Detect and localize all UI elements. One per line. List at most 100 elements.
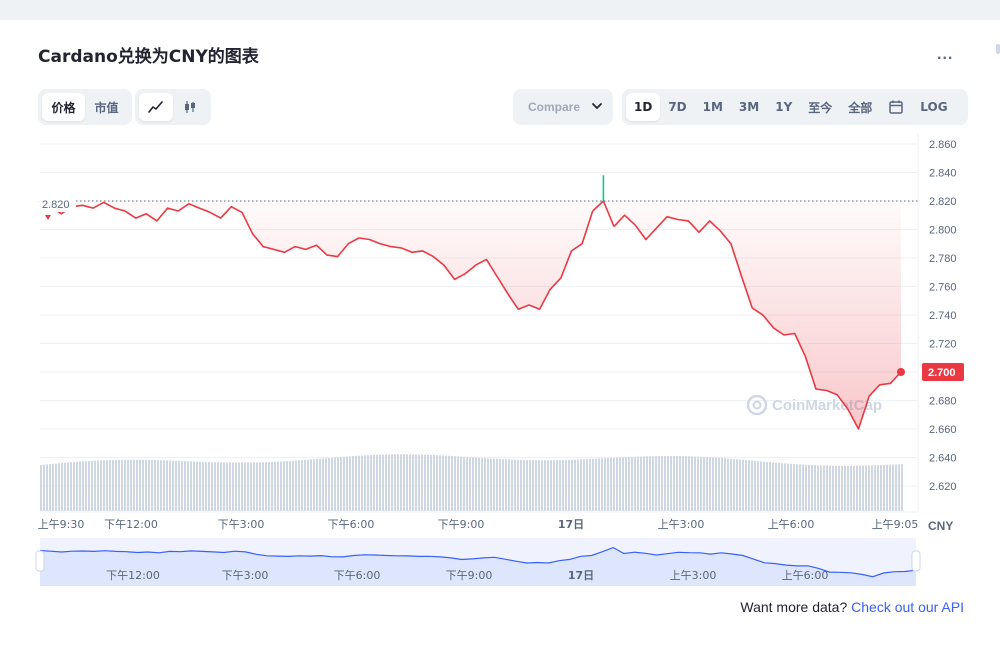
volume-bar: [577, 459, 579, 511]
volume-bar: [70, 462, 72, 511]
volume-bar: [382, 454, 384, 511]
volume-bar: [865, 465, 867, 511]
volume-bar: [193, 461, 195, 511]
volume-bar: [241, 462, 243, 511]
volume-bar: [406, 454, 408, 511]
volume-bar: [634, 456, 636, 511]
volume-bar: [160, 460, 162, 511]
volume-bar: [775, 462, 777, 511]
volume-bar: [175, 460, 177, 511]
volume-bar: [586, 459, 588, 511]
x-tick-label: 上午3:00: [658, 518, 705, 531]
volume-bar: [370, 455, 372, 511]
volume-bar: [52, 463, 54, 511]
volume-bar: [121, 459, 123, 511]
volume-bar: [598, 458, 600, 511]
x-axis: 上午9:30 下午12:00 下午3:00 下午6:00 下午9:00 17日 上午3:00…: [38, 518, 919, 531]
volume-bar: [400, 454, 402, 511]
y-tick-label: 2.780: [929, 253, 957, 265]
volume-bar: [424, 454, 426, 511]
volume-bar: [547, 460, 549, 511]
volume-bar: [541, 460, 543, 511]
volume-bar: [655, 456, 657, 511]
volume-bar: [340, 456, 342, 511]
volume-bar: [316, 458, 318, 511]
volume-bar: [613, 457, 615, 511]
volume-bar: [265, 462, 267, 511]
price-chart[interactable]: CoinMarketCap 2.8602.8402.8202.8002.7802…: [0, 0, 1000, 600]
volume-bar: [736, 459, 738, 511]
volume-bar: [91, 460, 93, 511]
volume-bar: [640, 456, 642, 511]
volume-bar: [481, 457, 483, 511]
volume-bar: [211, 462, 213, 511]
volume-bar: [436, 455, 438, 511]
volume-bar: [502, 459, 504, 511]
volume-bar: [814, 465, 816, 511]
volume-bar: [253, 462, 255, 511]
volume-bar: [793, 464, 795, 511]
volume-bar: [427, 454, 429, 511]
volume-bar: [517, 459, 519, 511]
navigator-tick-label: 下午12:00: [106, 569, 160, 582]
volume-bar: [766, 461, 768, 511]
volume-bar: [103, 460, 105, 511]
volume-bar: [868, 465, 870, 511]
volume-bar: [676, 455, 678, 511]
volume-bar: [508, 459, 510, 511]
volume-bar: [79, 461, 81, 511]
volume-bar: [112, 459, 114, 511]
navigator-right-handle[interactable]: [911, 550, 921, 572]
navigator-left-handle[interactable]: [35, 550, 45, 572]
navigator-tick-label: 下午6:00: [334, 569, 381, 582]
volume-bar: [64, 462, 66, 511]
volume-bar: [130, 459, 132, 511]
volume-bar: [142, 459, 144, 511]
volume-bar: [412, 454, 414, 511]
volume-bar: [511, 459, 513, 511]
y-tick-label: 2.840: [929, 168, 957, 180]
volume-bar: [115, 459, 117, 511]
volume-bar: [856, 465, 858, 511]
volume-bar: [232, 462, 234, 511]
volume-bar: [631, 456, 633, 511]
x-tick-label: 上午9:05: [872, 518, 919, 531]
volume-bar: [601, 458, 603, 511]
volume-bar: [208, 462, 210, 511]
volume-bar: [205, 461, 207, 511]
y-tick-label: 2.620: [929, 481, 957, 493]
volume-bar: [565, 459, 567, 511]
volume-bar: [238, 462, 240, 511]
api-link[interactable]: Check out our API: [851, 599, 964, 615]
volume-bar: [445, 455, 447, 511]
volume-bar: [685, 456, 687, 511]
volume-bar: [592, 458, 594, 511]
volume-bar: [721, 458, 723, 511]
volume-bar: [325, 458, 327, 511]
range-navigator[interactable]: 下午12:00 下午3:00 下午6:00 下午9:00 17日 上午3:00 上午6:00: [35, 538, 921, 586]
volume-bar: [895, 464, 897, 511]
volume-bar: [256, 462, 258, 511]
x-tick-label: 下午9:00: [438, 518, 485, 531]
volume-bar: [403, 454, 405, 511]
volume-bar: [301, 460, 303, 511]
volume-bar: [874, 465, 876, 511]
volume-bar: [106, 460, 108, 511]
volume-bar: [343, 456, 345, 511]
volume-bar: [520, 459, 522, 511]
volume-bar: [361, 455, 363, 511]
volume-bar: [523, 459, 525, 511]
volume-bar: [139, 459, 141, 511]
volume-bar: [190, 461, 192, 511]
volume-bar: [277, 461, 279, 511]
volume-bar: [307, 459, 309, 511]
volume-bar: [439, 455, 441, 511]
volume-bar: [196, 461, 198, 511]
volume-bar: [250, 462, 252, 511]
volume-bar: [889, 464, 891, 511]
navigator-tick-label: 上午6:00: [782, 569, 829, 582]
volume-bar: [715, 457, 717, 511]
currency-label: CNY: [928, 519, 953, 533]
volume-bar: [718, 457, 720, 511]
volume-bar: [442, 455, 444, 511]
